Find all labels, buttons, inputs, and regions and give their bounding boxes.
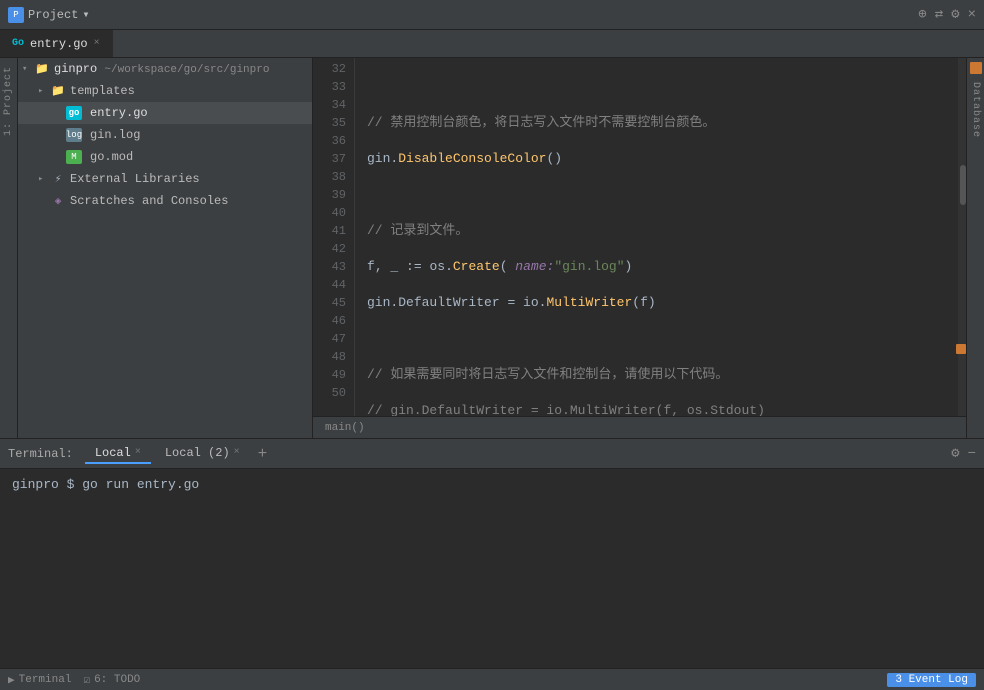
terminal-content[interactable]: ginpro $ go run entry.go: [0, 469, 984, 668]
terminal-tab-bar: Terminal: Local × Local (2) × + ⚙ −: [0, 439, 984, 469]
tree-arrow-templates: ▸: [38, 86, 48, 96]
split-icon[interactable]: ⇄: [935, 6, 943, 23]
terminal-label: Terminal:: [8, 447, 73, 461]
terminal-prompt-line: ginpro $ go run entry.go: [12, 477, 972, 492]
tree-item-entry-go[interactable]: go entry.go: [18, 102, 312, 124]
scroll-indicator[interactable]: [958, 58, 966, 416]
code-line-37: f, _ := os.Create( name: "gin.log"): [367, 258, 946, 276]
tree-item-go-mod[interactable]: M go.mod: [18, 146, 312, 168]
gear-icon[interactable]: ⚙: [951, 6, 959, 23]
tree-item-external[interactable]: ▸ ⚡ External Libraries: [18, 168, 312, 190]
close-icon[interactable]: ×: [968, 7, 976, 23]
terminal-command: ginpro $ go run entry.go: [12, 477, 199, 492]
editor-footer: main(): [313, 416, 966, 438]
tree-label-mod: go.mod: [90, 150, 133, 164]
main-area: 1: Project ▾ 📁 ginpro ~/workspace/go/src…: [0, 58, 984, 438]
external-lib-icon: ⚡: [50, 172, 66, 186]
tree-item-templates[interactable]: ▸ 📁 templates: [18, 80, 312, 102]
go-file-icon: go: [66, 106, 82, 120]
code-line-35: [367, 186, 946, 204]
terminal-tab-local-close[interactable]: ×: [135, 447, 141, 458]
terminal-tab-local-label: Local: [95, 446, 131, 460]
project-tree: ▾ 📁 ginpro ~/workspace/go/src/ginpro ▸ 📁…: [18, 58, 313, 438]
editor-area: 32 33 34 35 36 37 38 39 40 41 42 43 44 4…: [313, 58, 966, 438]
code-line-39: [367, 330, 946, 348]
tab-go-icon: Go: [12, 38, 24, 49]
status-bar: ▶ Terminal ☑ 6: TODO 3 Event Log: [0, 668, 984, 690]
code-line-41: // gin.DefaultWriter = io.MultiWriter(f,…: [367, 402, 946, 416]
tab-entry-go[interactable]: Go entry.go ×: [0, 30, 113, 57]
right-sidebar: Database: [966, 58, 984, 438]
tree-label-templates: templates: [70, 84, 135, 98]
project-label[interactable]: Project: [28, 8, 78, 22]
code-line-34: gin.DisableConsoleColor(): [367, 150, 946, 168]
folder-open-icon: 📁: [34, 62, 50, 76]
terminal-tab-local2-close[interactable]: ×: [234, 447, 240, 458]
status-bar-left: ▶ Terminal ☑ 6: TODO: [8, 673, 140, 687]
left-panel: 1: Project: [0, 58, 18, 438]
terminal-status-icon: ▶: [8, 673, 15, 687]
scroll-marker: [956, 344, 966, 354]
code-line-33: // 禁用控制台颜色，将日志写入文件时不需要控制台颜色。: [367, 114, 946, 132]
status-todo[interactable]: ☑ 6: TODO: [83, 673, 140, 687]
code-line-38: gin.DefaultWriter = io.MultiWriter(f): [367, 294, 946, 312]
terminal-settings-icon[interactable]: ⚙: [951, 445, 959, 462]
terminal-tab-local2-label: Local (2): [165, 446, 230, 460]
event-log-button[interactable]: 3 Event Log: [887, 673, 976, 687]
terminal-status-label: Terminal: [19, 674, 72, 686]
templates-folder-icon: 📁: [50, 84, 66, 98]
code-container[interactable]: 32 33 34 35 36 37 38 39 40 41 42 43 44 4…: [313, 58, 966, 416]
tab-label: entry.go: [30, 37, 88, 51]
tree-item-scratches[interactable]: ◈ Scratches and Consoles: [18, 190, 312, 212]
title-bar-controls: ⊕ ⇄ ⚙ ×: [918, 6, 976, 23]
database-label[interactable]: Database: [970, 82, 981, 138]
status-bar-right: 3 Event Log: [887, 673, 976, 687]
scroll-thumb: [960, 165, 966, 205]
line-numbers: 32 33 34 35 36 37 38 39 40 41 42 43 44 4…: [313, 58, 355, 416]
tree-label-external: External Libraries: [70, 172, 200, 186]
tree-item-gin-log[interactable]: log gin.log: [18, 124, 312, 146]
footer-function: main(): [325, 422, 365, 434]
scratches-icon: ◈: [50, 194, 66, 208]
event-log-indicator: 3: [895, 674, 902, 686]
title-bar: P Project ▾ ⊕ ⇄ ⚙ ×: [0, 0, 984, 30]
terminal-tab-local2[interactable]: Local (2) ×: [155, 444, 250, 464]
code-editor[interactable]: // 禁用控制台颜色，将日志写入文件时不需要控制台颜色。 gin.Disable…: [355, 58, 958, 416]
tab-bar: Go entry.go ×: [0, 30, 984, 58]
tree-label-scratches: Scratches and Consoles: [70, 194, 228, 208]
db-indicator: [970, 62, 982, 74]
log-file-icon: log: [66, 128, 82, 142]
tree-label-log: gin.log: [90, 128, 140, 142]
project-dropdown[interactable]: ▾: [82, 7, 89, 22]
tree-label-ginpro: ginpro ~/workspace/go/src/ginpro: [54, 62, 269, 76]
status-terminal[interactable]: ▶ Terminal: [8, 673, 71, 687]
project-title: P Project ▾: [8, 7, 90, 23]
add-terminal-button[interactable]: +: [258, 445, 268, 463]
tree-item-ginpro[interactable]: ▾ 📁 ginpro ~/workspace/go/src/ginpro: [18, 58, 312, 80]
code-line-32: [367, 78, 946, 96]
tree-arrow-ext: ▸: [38, 174, 48, 184]
tree-arrow-ginpro: ▾: [22, 64, 32, 74]
project-panel-label[interactable]: 1: Project: [3, 66, 14, 136]
project-icon: P: [8, 7, 24, 23]
terminal-controls: ⚙ −: [951, 445, 976, 462]
bottom-panel: Terminal: Local × Local (2) × + ⚙ − ginp…: [0, 438, 984, 668]
terminal-tab-local[interactable]: Local ×: [85, 444, 151, 464]
code-line-40: // 如果需要同时将日志写入文件和控制台，请使用以下代码。: [367, 366, 946, 384]
todo-icon: ☑: [83, 673, 90, 687]
event-log-label: Event Log: [909, 674, 968, 686]
code-line-36: // 记录到文件。: [367, 222, 946, 240]
terminal-minimize-icon[interactable]: −: [968, 446, 976, 462]
tab-close-icon[interactable]: ×: [94, 38, 100, 49]
tree-label-entry: entry.go: [90, 106, 148, 120]
nav-icon[interactable]: ⊕: [918, 6, 926, 23]
mod-file-icon: M: [66, 150, 82, 164]
todo-label: 6: TODO: [94, 674, 140, 686]
